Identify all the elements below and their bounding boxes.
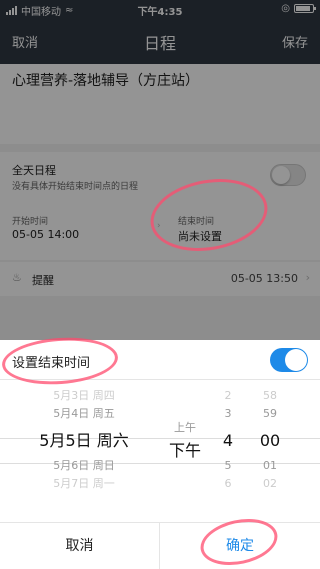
set-end-time-label: 设置结束时间 (12, 356, 91, 371)
sheet-header: 设置结束时间 (0, 340, 320, 380)
event-title[interactable]: 心理营养-落地辅导（方庄站） (12, 70, 199, 90)
reminder-label: 提醒 (32, 274, 54, 287)
minute-option[interactable]: 01 (250, 458, 290, 474)
date-option[interactable]: 5月4日 周五 (34, 406, 134, 422)
minute-option[interactable]: 58 (250, 388, 290, 404)
cancel-button[interactable]: 取消 (0, 523, 160, 569)
start-value[interactable]: 05-05 14:00 (12, 228, 79, 241)
time-card: 全天日程 没有具体开始结束时间点的日程 开始时间 05-05 14:00 › 结… (0, 152, 320, 260)
date-option[interactable]: 5月6日 周日 (34, 458, 134, 474)
confirm-button[interactable]: 确定 (160, 523, 320, 569)
start-label: 开始时间 (12, 217, 49, 227)
status-bar: 中国移动 ≈ 下午4:35 ◎ (0, 0, 320, 20)
ampm-option-selected[interactable]: 下午 (160, 438, 210, 464)
nav-save-button[interactable]: 保存 (282, 32, 308, 51)
bell-icon: ♨ (12, 271, 22, 284)
status-right: ◎ (281, 3, 316, 14)
all-day-desc: 没有具体开始结束时间点的日程 (12, 182, 139, 192)
hour-wheel[interactable]: 2 3 4 5 6 (212, 380, 244, 520)
minute-wheel[interactable]: 58 59 00 01 02 (250, 380, 290, 520)
date-option-selected[interactable]: 5月5日 周六 (34, 428, 134, 454)
page-title: 日程 (143, 34, 176, 53)
date-wheel[interactable]: 5月3日 周四 5月4日 周五 5月5日 周六 5月6日 周日 5月7日 周一 (34, 380, 134, 520)
minute-option[interactable]: 59 (250, 406, 290, 422)
date-option[interactable]: 5月7日 周一 (34, 476, 134, 492)
end-value[interactable]: 尚未设置 (178, 228, 222, 244)
end-label: 结束时间 (178, 217, 215, 227)
reminder-row[interactable]: ♨ 提醒 05-05 13:50 › (0, 262, 320, 296)
status-time: 下午4:35 (137, 7, 183, 18)
date-option[interactable]: 5月3日 周四 (34, 388, 134, 404)
battery-icon (294, 4, 316, 13)
reminder-value: 05-05 13:50 (230, 272, 298, 285)
title-card: 心理营养-落地辅导（方庄站） (0, 64, 320, 144)
hour-option[interactable]: 2 (212, 388, 244, 404)
hour-option-selected[interactable]: 4 (212, 428, 244, 454)
nav-bar: 取消 日程 保存 (0, 20, 320, 64)
hour-option[interactable]: 6 (212, 476, 244, 492)
end-time-toggle[interactable] (270, 348, 308, 372)
minute-option-selected[interactable]: 00 (250, 428, 290, 454)
chevron-right-icon: › (157, 221, 161, 231)
minute-option[interactable]: 02 (250, 476, 290, 492)
datetime-picker[interactable]: 5月3日 周四 5月4日 周五 5月5日 周六 5月6日 周日 5月7日 周一 … (0, 380, 320, 520)
all-day-toggle[interactable] (270, 164, 306, 186)
chevron-right-icon: › (305, 271, 310, 284)
rotation-lock-icon: ◎ (281, 3, 290, 14)
all-day-label: 全天日程 (12, 164, 56, 177)
ampm-option[interactable]: 上午 (160, 420, 210, 436)
ampm-wheel[interactable]: 上午 下午 (160, 380, 210, 520)
hour-option[interactable]: 3 (212, 406, 244, 422)
hour-option[interactable]: 5 (212, 458, 244, 474)
end-time-picker-sheet: 设置结束时间 5月3日 周四 5月4日 周五 5月5日 周六 5月6日 周日 5… (0, 340, 320, 569)
sheet-footer: 取消 确定 (0, 522, 320, 569)
